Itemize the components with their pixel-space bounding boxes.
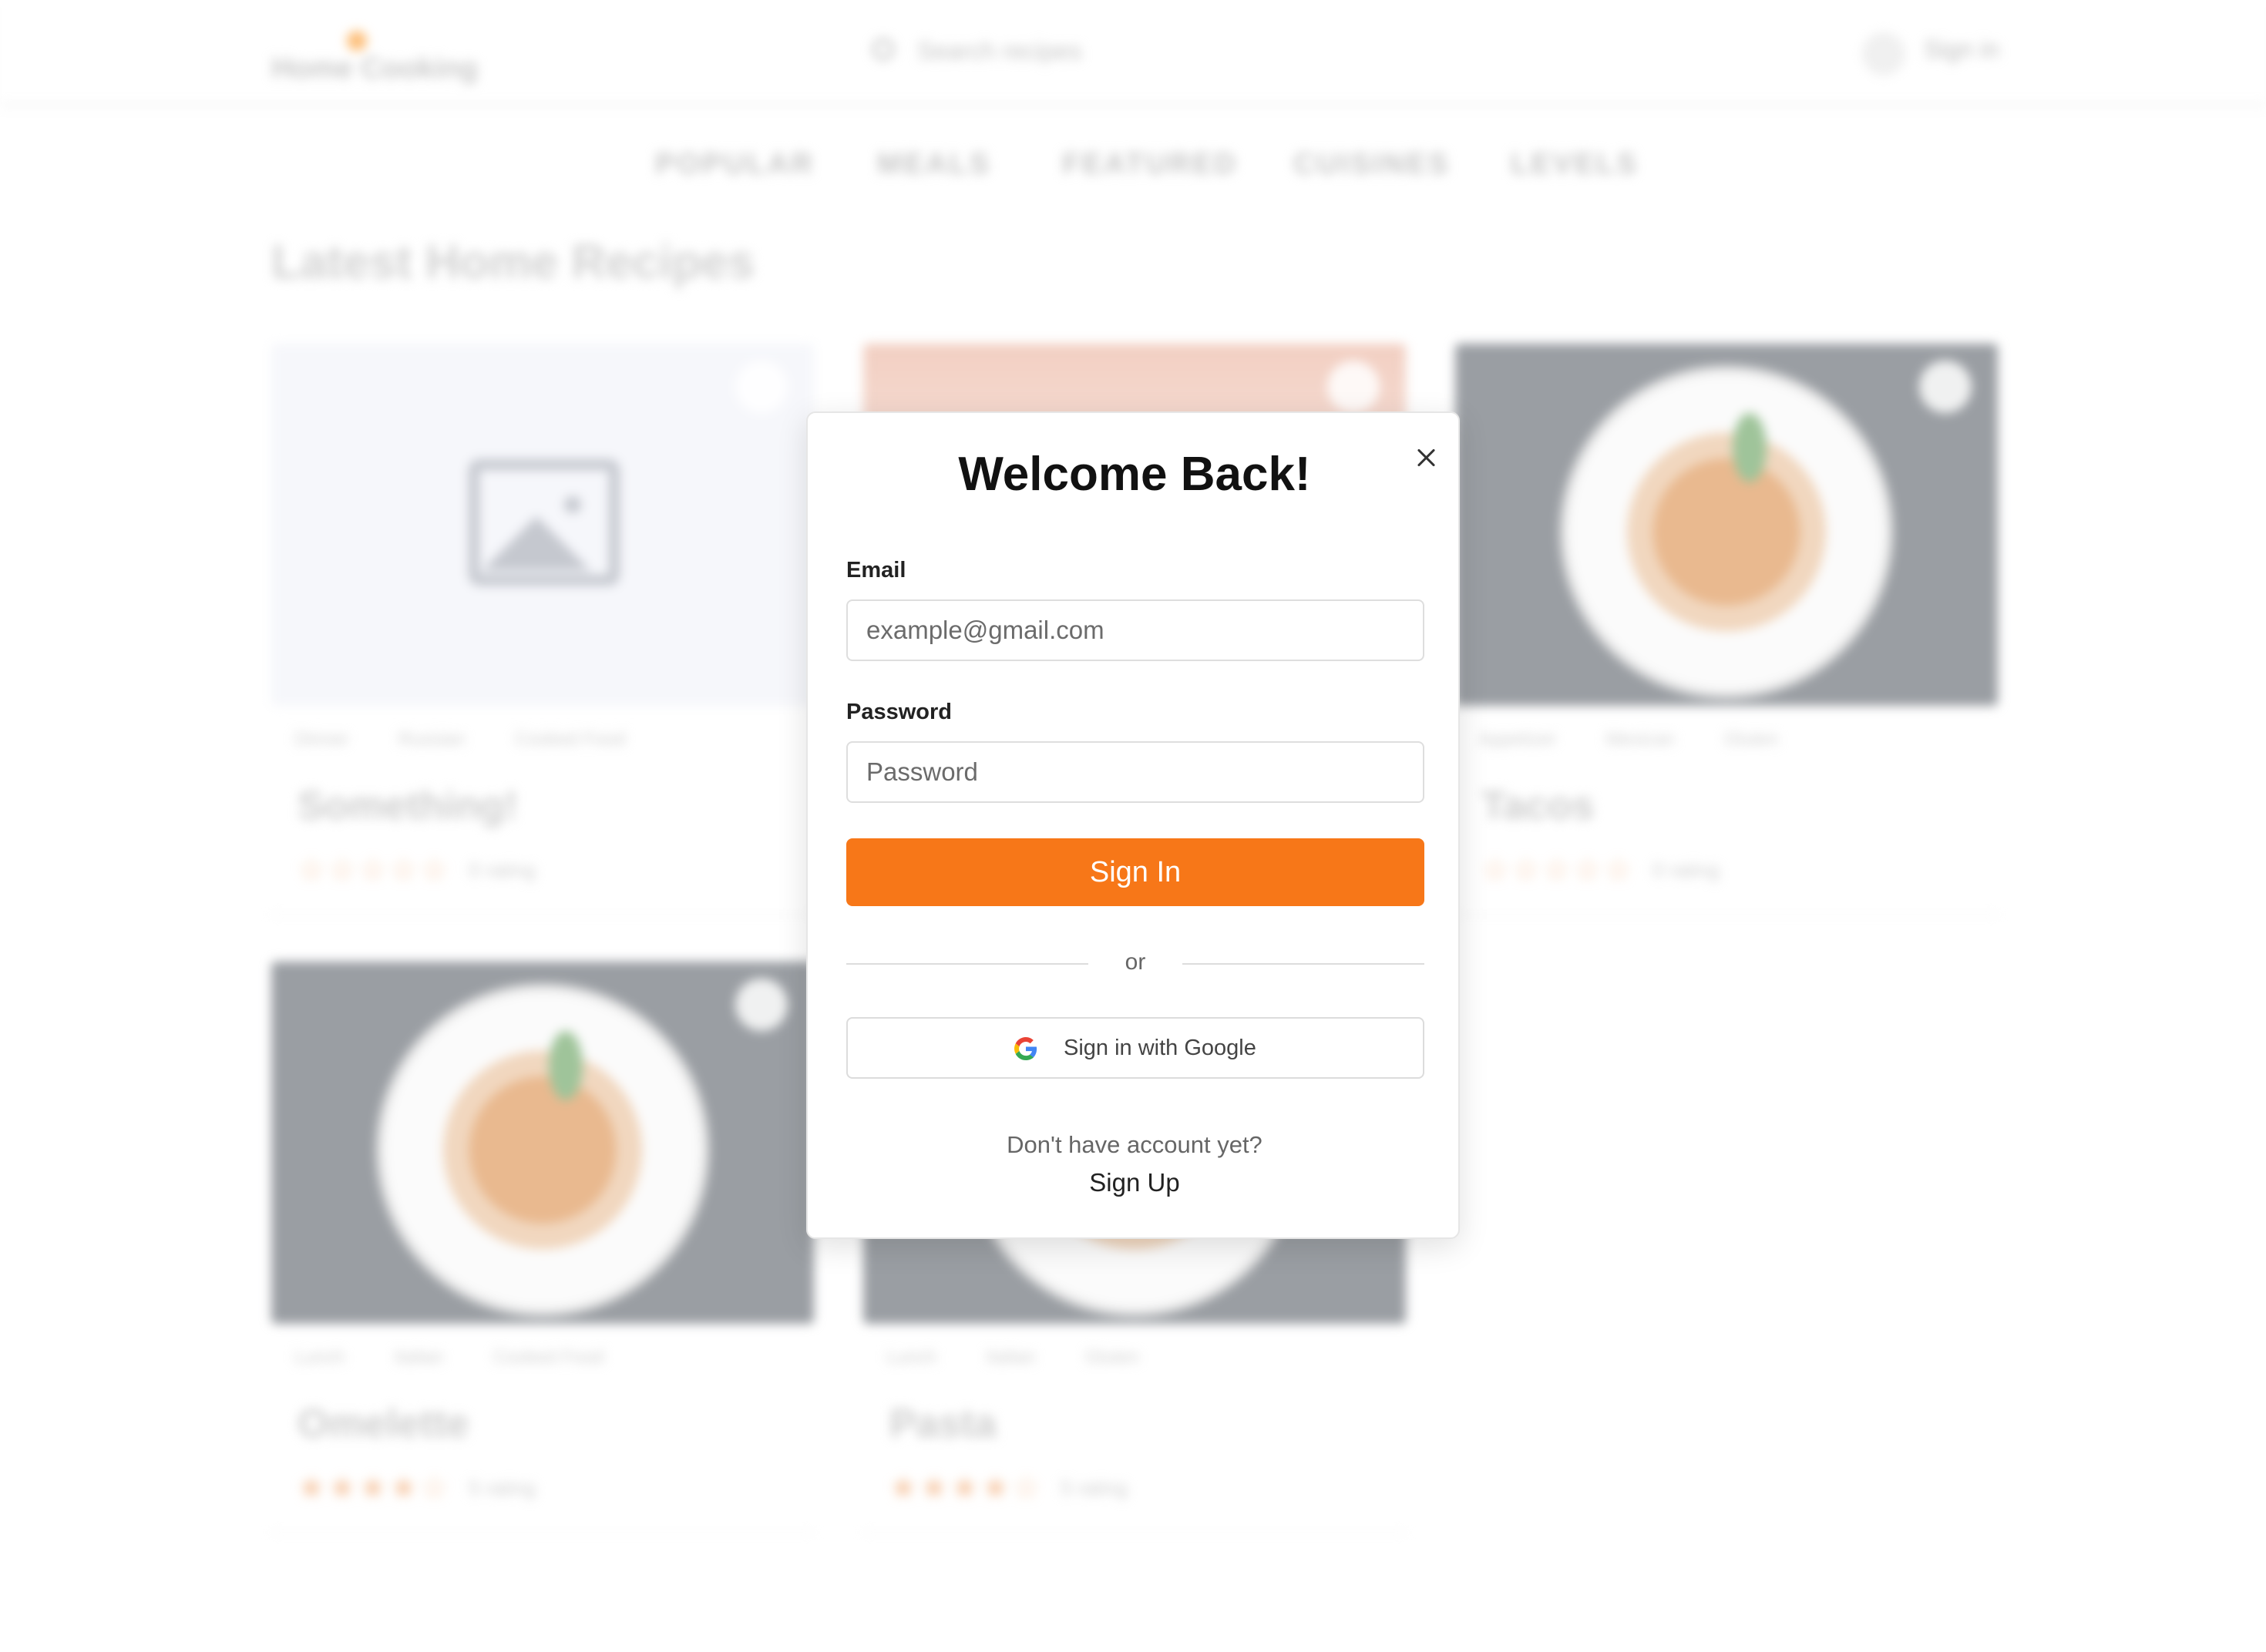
recipe-tags: Lunch Italian Cooked Food	[294, 1347, 788, 1378]
no-account-text: Don't have account yet?	[1007, 1131, 1262, 1158]
star-rating: ☆☆☆☆☆	[298, 853, 452, 887]
recipe-title[interactable]: Omelette	[298, 1401, 469, 1447]
nav-item-cuisines[interactable]: CUISINES	[1293, 148, 1450, 181]
image-placeholder-icon	[469, 459, 620, 586]
star-rating: ☆☆☆☆☆	[1481, 853, 1636, 887]
nav-item-levels[interactable]: LEVELS	[1511, 148, 1639, 181]
google-g-icon	[1014, 1037, 1037, 1060]
recipe-image	[271, 962, 814, 1324]
recipe-tag: Gluten	[1723, 729, 1779, 750]
recipe-card[interactable]: Appetizer Mexican Gluten Tacos ☆☆☆☆☆ 0 rat…	[1455, 344, 1998, 915]
recipe-tag: Italian	[986, 1347, 1036, 1368]
nav-item-featured[interactable]: FEATURED	[1062, 148, 1238, 181]
section-title: Latest Home Recipes	[271, 236, 755, 289]
nav-item-popular[interactable]: POPULAR	[655, 148, 815, 181]
or-divider: or	[846, 949, 1424, 980]
recipe-tags: Appetizer Mexican Gluten	[1478, 729, 1972, 760]
card-divider	[1455, 914, 1998, 915]
category-nav: POPULAR MEALS FEATURED CUISINES LEVELS	[0, 148, 2266, 194]
top-bar: Home Cooking Search recipes Sign in	[0, 0, 2266, 104]
recipe-image	[1455, 344, 1998, 706]
google-sign-in-label: Sign in with Google	[1064, 1036, 1256, 1060]
sign-up-link[interactable]: Sign Up	[808, 1168, 1461, 1197]
recipe-tag: Lunch	[886, 1347, 937, 1368]
recipe-tag: Appetizer	[1478, 729, 1557, 750]
google-sign-in-button[interactable]: Sign in with Google	[846, 1017, 1424, 1079]
recipe-tag: Russian	[398, 729, 466, 750]
star-rating: ★★★★☆	[889, 1471, 1044, 1505]
recipe-tag: Cooked Food	[514, 729, 626, 750]
rating-count: 0 rating	[1652, 858, 1720, 881]
rating-count: 5 rating	[1061, 1476, 1128, 1499]
favorite-button[interactable]	[735, 361, 788, 413]
recipe-title[interactable]: Something!	[298, 783, 518, 829]
favorite-button[interactable]	[1919, 361, 1972, 413]
recipe-tag: Gluten	[1084, 1347, 1140, 1368]
sign-in-button[interactable]: Sign In	[846, 838, 1424, 906]
card-divider	[271, 1532, 814, 1533]
modal-title: Welcome Back!	[958, 448, 1311, 501]
search-bar[interactable]: Search recipes	[863, 29, 1326, 72]
password-field[interactable]	[846, 741, 1424, 803]
user-avatar[interactable]	[1862, 32, 1905, 76]
favorite-button[interactable]	[735, 979, 788, 1031]
favorite-button[interactable]	[1327, 361, 1380, 413]
card-divider	[271, 914, 814, 915]
recipe-tag: Mexican	[1605, 729, 1675, 750]
email-field[interactable]	[846, 599, 1424, 661]
logo-text: Home Cooking	[271, 52, 479, 85]
header-sign-in-link[interactable]: Sign in	[1924, 35, 1999, 64]
recipe-tag: Italian	[394, 1347, 444, 1368]
search-icon	[872, 39, 894, 60]
login-modal: Welcome Back! Email Password Sign In or …	[806, 411, 1460, 1239]
recipe-title[interactable]: Pasta	[889, 1401, 997, 1447]
logo-sun-icon	[347, 31, 367, 51]
site-logo[interactable]: Home Cooking	[271, 31, 478, 85]
recipe-card[interactable]: Dinner Russian Cooked Food Something! ☆☆☆☆…	[271, 344, 814, 915]
recipe-tag: Lunch	[294, 1347, 345, 1368]
card-divider	[863, 1532, 1406, 1533]
recipe-tags: Dinner Russian Cooked Food	[294, 729, 788, 760]
or-text: or	[1125, 949, 1146, 975]
star-rating: ★★★★☆	[298, 1471, 452, 1505]
rating-count: 0 rating	[469, 858, 536, 881]
recipe-tag: Dinner	[294, 729, 349, 750]
recipe-card[interactable]: Lunch Italian Cooked Food Omelette ★★★★☆ 5…	[271, 962, 814, 1533]
recipe-tags: Lunch Italian Gluten	[886, 1347, 1380, 1378]
rating-count: 5 rating	[469, 1476, 536, 1499]
recipe-title[interactable]: Tacos	[1481, 783, 1594, 829]
recipe-tag: Cooked Food	[493, 1347, 604, 1368]
recipe-image-placeholder	[271, 344, 814, 706]
nav-item-meals[interactable]: MEALS	[877, 148, 991, 181]
search-placeholder: Search recipes	[917, 37, 1082, 65]
email-label: Email	[846, 558, 906, 583]
password-label: Password	[846, 700, 952, 724]
